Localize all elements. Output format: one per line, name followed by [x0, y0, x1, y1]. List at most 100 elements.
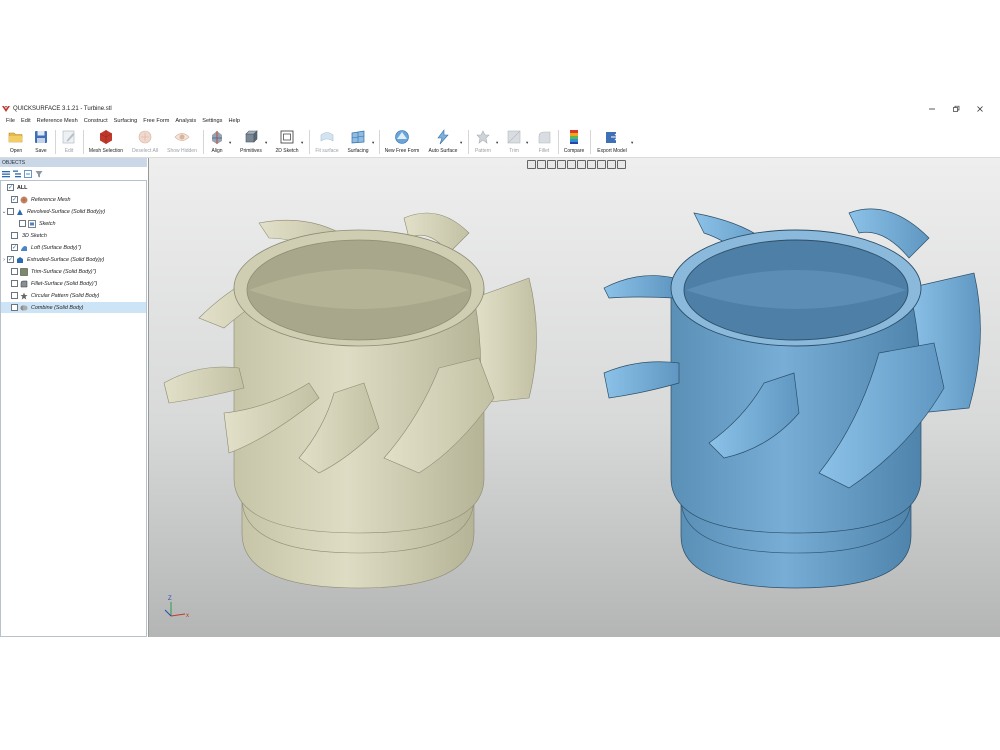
menu-settings[interactable]: Settings	[202, 118, 222, 124]
lightning-icon	[437, 129, 449, 145]
free-form-icon	[395, 130, 409, 144]
checkbox[interactable]: ✓	[11, 196, 18, 203]
checkbox[interactable]	[11, 280, 18, 287]
mesh-selection-button[interactable]: Mesh Selection	[88, 128, 124, 156]
menu-bar: File Edit Reference Mesh Construct Surfa…	[0, 116, 1000, 125]
align-button[interactable]: Align	[208, 128, 226, 156]
reference-mesh-model[interactable]	[163, 212, 537, 589]
revolve-icon	[17, 208, 24, 215]
toolbar-separator	[468, 130, 469, 154]
toolbar: Open Save Edit Mesh Selection Deselect A…	[0, 126, 1000, 158]
toolbar-separator	[203, 130, 204, 154]
tree-item-sketch[interactable]: Sketch	[1, 218, 146, 229]
open-button[interactable]: Open	[6, 128, 26, 156]
sketch-icon	[28, 219, 36, 228]
fit-surface-button[interactable]: Fit surface	[313, 128, 341, 156]
menu-help[interactable]: Help	[228, 118, 240, 124]
align-icon	[212, 131, 222, 144]
sketch-2d-button[interactable]: 2D Sketch	[274, 128, 300, 156]
trim-button[interactable]: Trim	[505, 128, 523, 156]
edit-icon	[62, 130, 75, 144]
minimize-icon	[929, 108, 935, 110]
checkbox[interactable]: ✓	[11, 244, 18, 251]
close-button[interactable]	[968, 103, 992, 115]
filter-icon[interactable]	[35, 170, 43, 178]
restore-button[interactable]	[944, 103, 968, 115]
surfacing-button[interactable]: Surfacing	[345, 128, 371, 156]
checkbox[interactable]	[11, 304, 18, 311]
tree-item-extruded-surface[interactable]: › ✓ Extruded-Surface (Solid Body)y)	[1, 254, 146, 265]
tree-item-trim-surface[interactable]: Trim-Surface (Solid Body)")	[1, 266, 146, 277]
toolbar-separator	[55, 130, 56, 154]
menu-edit[interactable]: Edit	[21, 118, 31, 124]
checkbox[interactable]: ✓	[7, 256, 14, 263]
objects-panel-header: OBJECTS	[0, 158, 147, 167]
export-dropdown-icon[interactable]: ▾	[631, 140, 633, 146]
toolbar-separator	[558, 130, 559, 154]
menu-file[interactable]: File	[6, 118, 15, 124]
save-icon	[35, 131, 47, 143]
auto-surface-dropdown-icon[interactable]: ▾	[460, 140, 462, 146]
toolbar-separator	[83, 130, 84, 154]
eye-icon	[174, 133, 190, 141]
pattern-button[interactable]: Pattern	[472, 128, 494, 156]
primitives-icon	[245, 130, 258, 143]
surfacing-icon	[351, 130, 365, 144]
compare-button[interactable]: Compare	[562, 128, 586, 156]
fillet-icon	[538, 131, 551, 144]
list-view-icon[interactable]	[2, 170, 10, 178]
menu-surfacing[interactable]: Surfacing	[114, 118, 138, 124]
axis-triad: Z x	[164, 596, 189, 619]
toolbar-separator	[309, 130, 310, 154]
menu-analysis[interactable]: Analysis	[175, 118, 196, 124]
surfacing-dropdown-icon[interactable]: ▾	[372, 140, 374, 146]
fillet-button[interactable]: Fillet	[535, 128, 553, 156]
primitives-button[interactable]: Primitives	[238, 128, 264, 156]
checkbox[interactable]: ✓	[7, 184, 14, 191]
menu-free-form[interactable]: Free Form	[143, 118, 169, 124]
deselect-all-button[interactable]: Deselect All	[130, 128, 160, 156]
auto-surface-button[interactable]: Auto Surface	[427, 128, 459, 156]
align-dropdown-icon[interactable]: ▾	[229, 140, 231, 146]
trim-dropdown-icon[interactable]: ▾	[526, 140, 528, 146]
tree-item-fillet-surface[interactable]: Fillet-Surface (Solid Body)")	[1, 278, 146, 289]
primitives-dropdown-icon[interactable]: ▾	[265, 140, 267, 146]
pattern-dropdown-icon[interactable]: ▾	[496, 140, 498, 146]
edit-button[interactable]: Edit	[60, 128, 78, 156]
cad-model[interactable]	[603, 208, 981, 589]
loft-icon	[21, 245, 27, 251]
show-hidden-button[interactable]: Show Hidden	[165, 128, 199, 156]
restore-icon	[953, 105, 960, 112]
model-scene: Z x	[163, 208, 981, 619]
3d-viewport[interactable]: Z x	[148, 158, 1000, 637]
trim-icon	[507, 130, 521, 144]
checkbox[interactable]	[11, 268, 18, 275]
tree-item-loft[interactable]: ✓ Loft (Surface Body)")	[1, 242, 146, 253]
checkbox[interactable]	[19, 220, 26, 227]
mesh-selection-icon	[99, 130, 113, 144]
export-model-button[interactable]: Export Model	[595, 128, 629, 156]
fillet-icon	[20, 280, 28, 287]
tree-item-reference-mesh[interactable]: ✓ Reference Mesh	[1, 194, 146, 205]
tree-view-icon[interactable]	[13, 170, 21, 178]
tree-item-circular-pattern[interactable]: Circular Pattern (Solid Body)	[1, 290, 146, 301]
checkbox[interactable]	[11, 292, 18, 299]
app-window: QUICKSURFACE 3.1.21 - Turbine.stl File E…	[0, 103, 1000, 638]
extrude-icon	[17, 256, 23, 263]
tree-item-combine[interactable]: Combine (Solid Body)	[1, 302, 146, 313]
tree-item-3d-sketch[interactable]: 3D Sketch	[1, 230, 146, 241]
menu-reference-mesh[interactable]: Reference Mesh	[37, 118, 78, 124]
menu-construct[interactable]: Construct	[84, 118, 108, 124]
deselect-icon	[138, 130, 152, 144]
collapse-icon[interactable]	[24, 170, 32, 178]
new-free-form-button[interactable]: New Free Form	[383, 128, 421, 156]
checkbox[interactable]	[7, 208, 14, 215]
compare-icon	[570, 130, 578, 144]
title-bar: QUICKSURFACE 3.1.21 - Turbine.stl	[0, 103, 1000, 115]
tree-item-revolved-surface[interactable]: ⌄ Revolved-Surface (Solid Body)y)	[1, 206, 146, 217]
checkbox[interactable]	[11, 232, 18, 239]
tree-item-all[interactable]: ✓ ALL	[1, 182, 146, 193]
save-button[interactable]: Save	[31, 128, 51, 156]
sketch-dropdown-icon[interactable]: ▾	[301, 140, 303, 146]
minimize-button[interactable]	[920, 103, 944, 115]
